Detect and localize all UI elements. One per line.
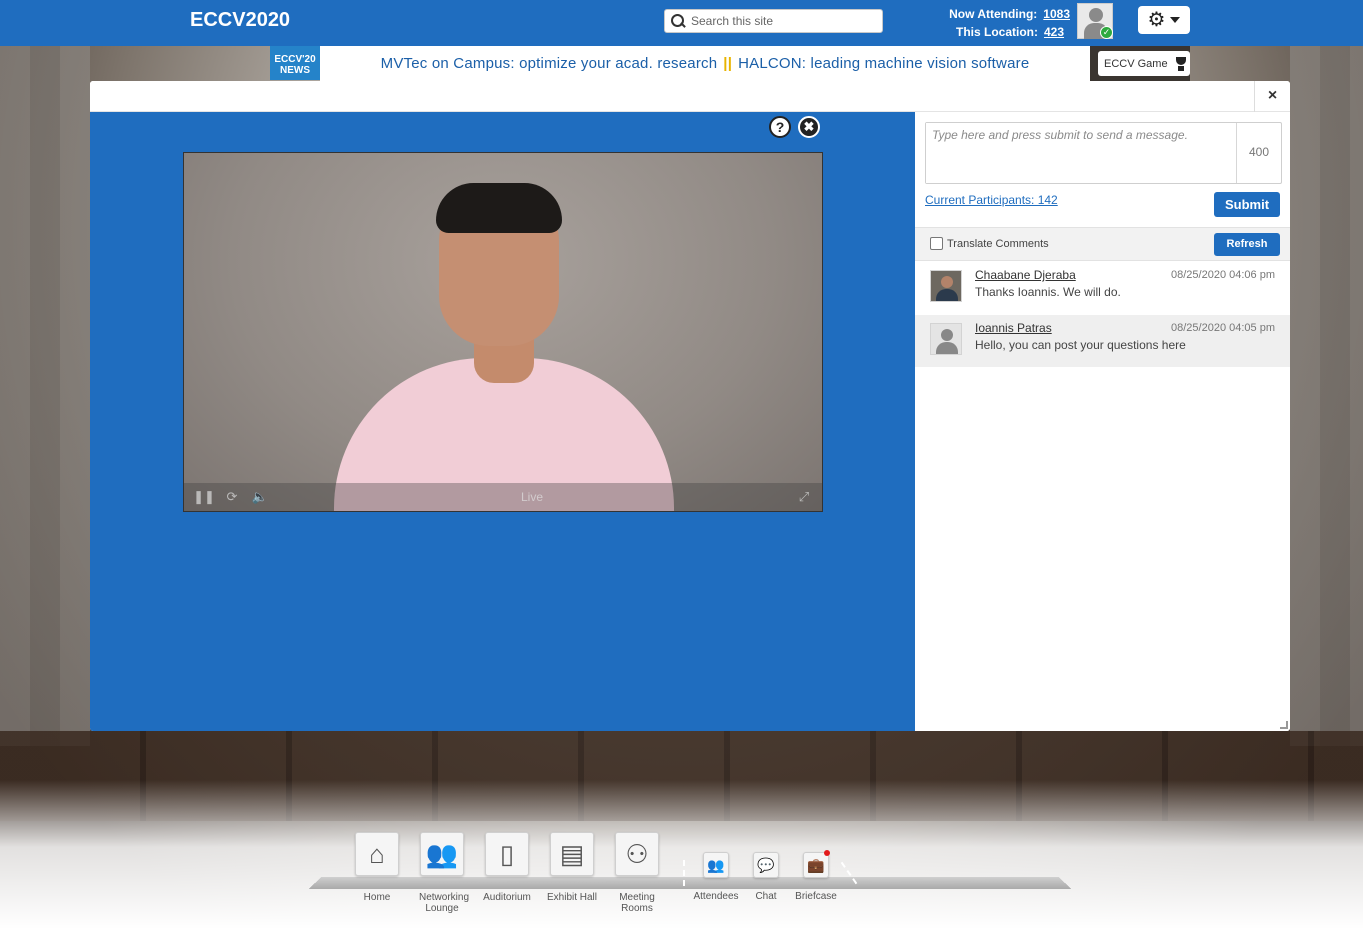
- nav-meeting-rooms[interactable]: ⚇ Meeting Rooms: [607, 832, 667, 914]
- submit-button[interactable]: Submit: [1214, 192, 1280, 217]
- notification-dot: [824, 850, 830, 856]
- translate-row: Translate Comments Refresh: [915, 227, 1290, 261]
- attendance-counter: Now Attending: 1083 This Location: 423: [930, 5, 1070, 41]
- nav-networking-lounge[interactable]: 👥 Networking Lounge: [410, 832, 474, 914]
- nav-chat[interactable]: 💬 Chat: [746, 852, 786, 902]
- sponsor-banner[interactable]: MVTec on Campus: optimize your acad. res…: [320, 46, 1090, 81]
- settings-button[interactable]: ⚙: [1138, 6, 1190, 34]
- comment-text: Thanks Ioannis. We will do.: [975, 285, 1121, 299]
- avatar-head-shape: [1089, 8, 1103, 22]
- chat-bubble-icon[interactable]: 💬: [753, 852, 779, 878]
- eccv-game-label: ECCV Game: [1104, 57, 1168, 70]
- now-attending-link[interactable]: 1083: [1043, 5, 1070, 23]
- briefcase-icon[interactable]: 💼: [803, 852, 829, 878]
- current-participants-link[interactable]: Current Participants: 142: [925, 193, 1058, 207]
- nav-exhibit-hall[interactable]: ▤ Exhibit Hall: [542, 832, 602, 903]
- gear-icon: ⚙: [1147, 9, 1166, 31]
- nav-exhibit-label: Exhibit Hall: [546, 892, 598, 903]
- this-location-label: This Location:: [956, 25, 1038, 39]
- translate-checkbox[interactable]: [930, 237, 943, 250]
- background-wall-right: [1290, 46, 1363, 746]
- nav-divider: [683, 860, 685, 886]
- resize-handle[interactable]: [1280, 721, 1288, 729]
- comment-date: 08/25/2020 04:06 pm: [1171, 269, 1275, 281]
- search-icon[interactable]: [671, 14, 685, 28]
- top-bar: ECCV2020 Now Attending: 1083 This Locatio…: [0, 0, 1363, 46]
- online-check-icon: ✓: [1100, 26, 1113, 39]
- volume-icon[interactable]: 🔈: [246, 489, 274, 505]
- help-button[interactable]: ?: [769, 116, 791, 138]
- session-modal: × ? ✖ ❚❚ ⟳ 🔈 Live ⤢ 400 Current Particip…: [90, 81, 1290, 731]
- pause-icon[interactable]: ❚❚: [190, 489, 218, 505]
- chevron-down-icon: [1170, 17, 1181, 23]
- nav-home-label: Home: [363, 892, 391, 903]
- translate-label[interactable]: Translate Comments: [947, 238, 1049, 250]
- message-input[interactable]: [926, 123, 1237, 183]
- trophy-icon: [1174, 56, 1188, 71]
- message-box: 400: [925, 122, 1282, 184]
- nav-briefcase[interactable]: 💼 Briefcase: [791, 852, 841, 902]
- comment-text: Hello, you can post your questions here: [975, 338, 1186, 352]
- banner-text-halcon: HALCON: leading machine vision software: [738, 55, 1030, 72]
- avatar-head-shape: [941, 329, 953, 341]
- meeting-table-icon[interactable]: ⚇: [615, 832, 659, 876]
- avatar-body-shape: [936, 289, 958, 301]
- commenter-name[interactable]: Ioannis Patras: [975, 321, 1052, 335]
- background-fade: [0, 780, 1363, 929]
- attendees-icon[interactable]: 👥: [703, 852, 729, 878]
- search-box[interactable]: [664, 9, 883, 33]
- close-video-button[interactable]: ✖: [798, 116, 820, 138]
- avatar-head-shape: [941, 276, 953, 288]
- site-title[interactable]: ECCV2020: [190, 9, 290, 32]
- this-location-link[interactable]: 423: [1044, 23, 1070, 41]
- comment-date: 08/25/2020 04:05 pm: [1171, 322, 1275, 334]
- commenter-avatar[interactable]: [930, 323, 962, 355]
- chat-pane: 400 Current Participants: 142 Submit Tra…: [915, 112, 1290, 731]
- comment-item: Chaabane Djeraba 08/25/2020 04:06 pm Tha…: [915, 262, 1290, 314]
- nav-auditorium-label: Auditorium: [483, 892, 531, 903]
- nav-auditorium[interactable]: ▯ Auditorium: [477, 832, 537, 903]
- nav-home[interactable]: ⌂ Home: [347, 832, 407, 903]
- commenter-avatar[interactable]: [930, 270, 962, 302]
- nav-attendees-label: Attendees: [693, 891, 739, 902]
- fullscreen-icon[interactable]: ⤢: [790, 489, 818, 505]
- now-attending-label: Now Attending:: [949, 7, 1038, 21]
- modal-header: ×: [90, 81, 1290, 112]
- video-controls: ❚❚ ⟳ 🔈 Live ⤢: [184, 483, 822, 511]
- eccv-news-logo[interactable]: ECCV'20 NEWS: [270, 46, 320, 80]
- nav-meeting-label: Meeting Rooms: [619, 892, 655, 914]
- podium-icon[interactable]: ▯: [485, 832, 529, 876]
- house-icon[interactable]: ⌂: [355, 832, 399, 876]
- refresh-icon[interactable]: ⟳: [218, 489, 246, 505]
- nav-networking-label: Networking Lounge: [419, 892, 470, 914]
- booth-icon[interactable]: ▤: [550, 832, 594, 876]
- search-input[interactable]: [691, 14, 871, 28]
- banner-separator: ||: [723, 55, 733, 72]
- modal-close-button[interactable]: ×: [1254, 81, 1290, 112]
- comment-item: Ioannis Patras 08/25/2020 04:05 pm Hello…: [915, 315, 1290, 367]
- live-label: Live: [520, 490, 543, 504]
- banner-text-mvtec: MVTec on Campus: optimize your acad. res…: [380, 55, 718, 72]
- nav-attendees[interactable]: 👥 Attendees: [691, 852, 741, 902]
- refresh-button[interactable]: Refresh: [1214, 233, 1280, 256]
- video-pane: ? ✖ ❚❚ ⟳ 🔈 Live ⤢: [90, 112, 915, 731]
- eccv-game-button[interactable]: ECCV Game: [1098, 51, 1190, 76]
- speaker-figure-hair: [436, 183, 562, 233]
- background-wall-left: [0, 46, 90, 746]
- people-chat-icon[interactable]: 👥: [420, 832, 464, 876]
- avatar-body-shape: [936, 342, 958, 354]
- nav-chat-label: Chat: [755, 891, 777, 902]
- nav-briefcase-label: Briefcase: [795, 891, 837, 902]
- video-player[interactable]: ❚❚ ⟳ 🔈 Live ⤢: [183, 152, 823, 512]
- char-count: 400: [1248, 145, 1270, 159]
- commenter-name[interactable]: Chaabane Djeraba: [975, 268, 1076, 282]
